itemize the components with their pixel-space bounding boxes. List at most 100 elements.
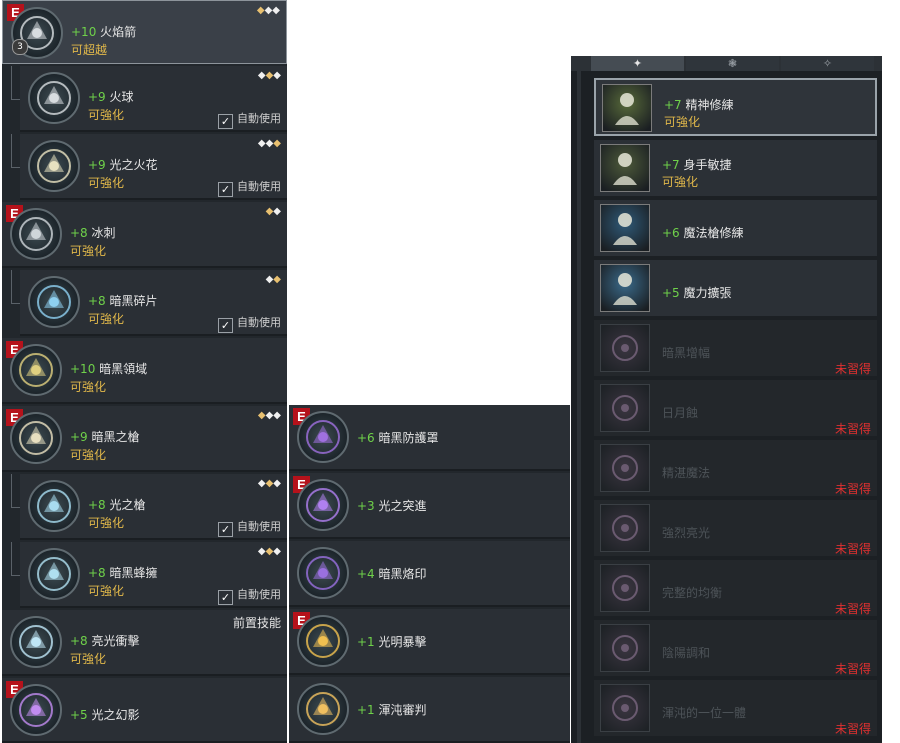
skill-status: 可強化 <box>70 448 107 462</box>
rune-slots: ◆◆ <box>266 274 281 285</box>
skill-row[interactable]: E +6 暗黑防護罩 <box>289 405 570 471</box>
skill-status: 可強化 <box>70 652 107 666</box>
auto-use-checkbox[interactable]: ✓ <box>218 182 233 197</box>
rune-gem-icon: ◆ <box>273 138 281 149</box>
tab-passive-3[interactable]: ✧ <box>781 56 874 71</box>
skill-name: +1 光明暴擊 <box>357 633 427 650</box>
skill-row[interactable]: E +10 暗黑領域 可強化 <box>2 338 287 404</box>
skill-name: +8 暗黑蜂擁 <box>88 564 158 581</box>
skill-row[interactable]: E +8 冰刺 可強化 ◆◆ <box>2 202 287 268</box>
skill-level: +8 <box>70 634 88 648</box>
mana-expansion-icon <box>600 264 650 312</box>
tab-passive-2[interactable]: ❃ <box>686 56 779 71</box>
skill-row[interactable]: +8 亮光衝擊 可強化 前置技能 <box>2 610 287 676</box>
tab-passive-1[interactable]: ✦ <box>591 56 684 71</box>
light-spear-icon <box>28 480 80 532</box>
rune-gem-icon: ◆ <box>273 546 281 557</box>
skill-row[interactable]: E +5 光之幻影 <box>2 678 287 743</box>
passive-skill-panel: ✦ ❃ ✧ +7 精神修練 可強化 +7 身手敏捷 可強化 +6 魔法槍修練 +5 魔力擴… <box>571 56 882 743</box>
auto-use-toggle[interactable]: ✓ 自動使用 <box>218 518 281 537</box>
skill-status: 可強化 <box>88 108 125 122</box>
passive-row[interactable]: +7 精神修練 可強化 <box>594 78 877 136</box>
skill-name-text: 火球 <box>109 90 134 104</box>
auto-use-checkbox[interactable]: ✓ <box>218 590 233 605</box>
tree-connector <box>11 134 12 167</box>
tree-connector <box>11 474 12 507</box>
skill-row[interactable]: E 3 +10 火焰箭 可超越 ◆◆◆ <box>2 0 287 64</box>
skill-level: +9 <box>88 90 106 104</box>
skill-row[interactable]: E +1 光明暴擊 <box>289 609 570 675</box>
skill-name-text: 火焰箭 <box>100 25 137 39</box>
passive-name: 精湛魔法 <box>662 466 711 480</box>
skill-row[interactable]: E +3 光之突進 <box>289 473 570 539</box>
skill-row[interactable]: +8 暗黑碎片 可強化 ◆◆ ✓ 自動使用 <box>20 270 287 336</box>
passive-row-locked[interactable]: 強烈亮光 未習得 <box>594 500 877 558</box>
auto-use-checkbox[interactable]: ✓ <box>218 114 233 129</box>
auto-use-toggle[interactable]: ✓ 自動使用 <box>218 110 281 129</box>
auto-use-label: 自動使用 <box>237 316 281 329</box>
skill-level: +8 <box>88 498 106 512</box>
auto-use-toggle[interactable]: ✓ 自動使用 <box>218 314 281 333</box>
passive-row[interactable]: +5 魔力擴張 <box>594 260 877 318</box>
rune-gem-icon: ◆ <box>257 70 266 81</box>
skill-name: +10 火焰箭 <box>71 23 136 40</box>
skill-name: +3 光之突進 <box>357 497 427 514</box>
not-learned-status: 未習得 <box>834 542 871 556</box>
passive-tabs: ✦ ❃ ✧ <box>571 56 882 71</box>
passive-row-locked[interactable]: 精湛魔法 未習得 <box>594 440 877 498</box>
mastery-magic-icon <box>600 444 650 492</box>
passive-level: +6 <box>662 226 680 240</box>
skill-name-text: 暗黑烙印 <box>378 567 427 581</box>
skill-status: 可強化 <box>88 516 125 530</box>
skill-name: +9 光之火花 <box>88 156 158 173</box>
dark-amplify-icon <box>600 324 650 372</box>
passive-row-locked[interactable]: 渾沌的一位一體 未習得 <box>594 680 877 738</box>
auto-use-label: 自動使用 <box>237 520 281 533</box>
scrollbar[interactable] <box>577 56 581 743</box>
skill-level: +8 <box>88 566 106 580</box>
skill-row[interactable]: +4 暗黑烙印 <box>289 541 570 607</box>
auto-use-checkbox[interactable]: ✓ <box>218 318 233 333</box>
dark-brand-icon <box>297 547 349 599</box>
passive-row[interactable]: +6 魔法槍修練 <box>594 200 877 258</box>
eclipse-icon <box>600 384 650 432</box>
perfect-balance-icon <box>600 564 650 612</box>
auto-use-toggle[interactable]: ✓ 自動使用 <box>218 586 281 605</box>
skill-row[interactable]: +8 光之槍 可強化 ◆◆◆ ✓ 自動使用 <box>20 474 287 540</box>
skill-name: +9 暗黑之槍 <box>70 428 140 445</box>
passive-name: +7 身手敏捷 <box>662 156 732 173</box>
skill-name-text: 光之幻影 <box>91 708 140 722</box>
skill-row[interactable]: E +9 暗黑之槍 可強化 ◆◆◆ <box>2 406 287 472</box>
skill-row[interactable]: +8 暗黑蜂擁 可強化 ◆◆◆ ✓ 自動使用 <box>20 542 287 608</box>
auto-use-label: 自動使用 <box>237 112 281 125</box>
not-learned-status: 未習得 <box>834 602 871 616</box>
passive-name: +6 魔法槍修練 <box>662 224 744 241</box>
passive-row-locked[interactable]: 暗黑增幅 未習得 <box>594 320 877 378</box>
skill-row[interactable]: +1 渾沌審判 <box>289 677 570 743</box>
not-learned-status: 未習得 <box>834 722 871 736</box>
skill-name-text: 光之突進 <box>378 499 427 513</box>
skill-row[interactable]: +9 火球 可強化 ◆◆◆ ✓ 自動使用 <box>20 66 287 132</box>
passive-name: 日月蝕 <box>662 406 699 420</box>
auto-use-toggle[interactable]: ✓ 自動使用 <box>218 178 281 197</box>
passive-row-locked[interactable]: 陰陽調和 未習得 <box>594 620 877 678</box>
dark-domain-icon <box>10 344 62 396</box>
passive-name: 暗黑增幅 <box>662 346 711 360</box>
passive-row[interactable]: +7 身手敏捷 可強化 <box>594 140 877 198</box>
skill-name-text: 暗黑之槍 <box>91 430 140 444</box>
rune-gem-icon: ◆ <box>257 478 266 489</box>
skill-row[interactable]: +9 光之火花 可強化 ◆◆◆ ✓ 自動使用 <box>20 134 287 200</box>
not-learned-status: 未習得 <box>834 662 871 676</box>
rune-slots: ◆◆◆ <box>258 546 281 557</box>
skill-name: +6 暗黑防護罩 <box>357 429 439 446</box>
tree-connector <box>11 575 20 576</box>
rune-gem-icon: ◆ <box>256 5 265 16</box>
prerequisite-label: 前置技能 <box>232 616 281 630</box>
skill-name: +10 暗黑領域 <box>70 360 147 377</box>
passive-name: +7 精神修練 <box>664 96 734 113</box>
skill-status: 可強化 <box>70 244 107 258</box>
passive-row-locked[interactable]: 完整的均衡 未習得 <box>594 560 877 618</box>
auto-use-checkbox[interactable]: ✓ <box>218 522 233 537</box>
passive-name: +5 魔力擴張 <box>662 284 732 301</box>
passive-row-locked[interactable]: 日月蝕 未習得 <box>594 380 877 438</box>
